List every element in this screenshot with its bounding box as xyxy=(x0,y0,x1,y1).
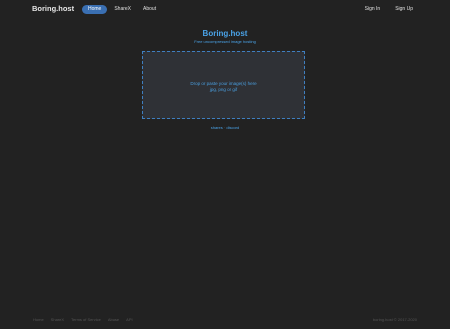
footer-abuse-link[interactable]: Abuse xyxy=(108,316,119,323)
dropzone-line-formats: jpg, png or gif xyxy=(209,87,238,92)
page-title: Boring.host xyxy=(202,29,248,38)
footer-api-link[interactable]: API xyxy=(126,316,132,323)
social-links: shares · discord xyxy=(0,125,450,131)
top-navbar: Boring.host Home ShareX About Sign In Si… xyxy=(0,0,450,18)
dropzone-instructions: Drop or paste your image(s) here jpg, pn… xyxy=(143,81,304,93)
sign-in-link[interactable]: Sign In xyxy=(365,5,381,14)
brand-logo[interactable]: Boring.host xyxy=(32,4,74,14)
sign-up-link[interactable]: Sign Up xyxy=(395,5,413,14)
nav-about[interactable]: About xyxy=(138,5,161,14)
footer-home-link[interactable]: Home xyxy=(33,316,44,323)
footer-copyright: boring.host © 2017-2020 xyxy=(372,316,417,322)
nav-home[interactable]: Home xyxy=(82,4,108,14)
page-subtitle: Free uncompressed image hosting xyxy=(194,39,256,44)
footer-tos-link[interactable]: Terms of Service xyxy=(71,316,101,323)
auth-nav: Sign In Sign Up xyxy=(365,4,413,14)
shares-link[interactable]: shares xyxy=(211,125,223,130)
footer-links: Home ShareX Terms of Service Abuse API xyxy=(33,316,133,323)
footer-sharex-link[interactable]: ShareX xyxy=(51,316,64,323)
nav-sharex[interactable]: ShareX xyxy=(109,5,136,14)
page-footer: Home ShareX Terms of Service Abuse API b… xyxy=(33,316,417,323)
upload-dropzone[interactable]: Drop or paste your image(s) here jpg, pn… xyxy=(142,51,305,119)
main-nav: Home ShareX About xyxy=(82,4,163,14)
discord-link[interactable]: discord xyxy=(226,125,239,130)
